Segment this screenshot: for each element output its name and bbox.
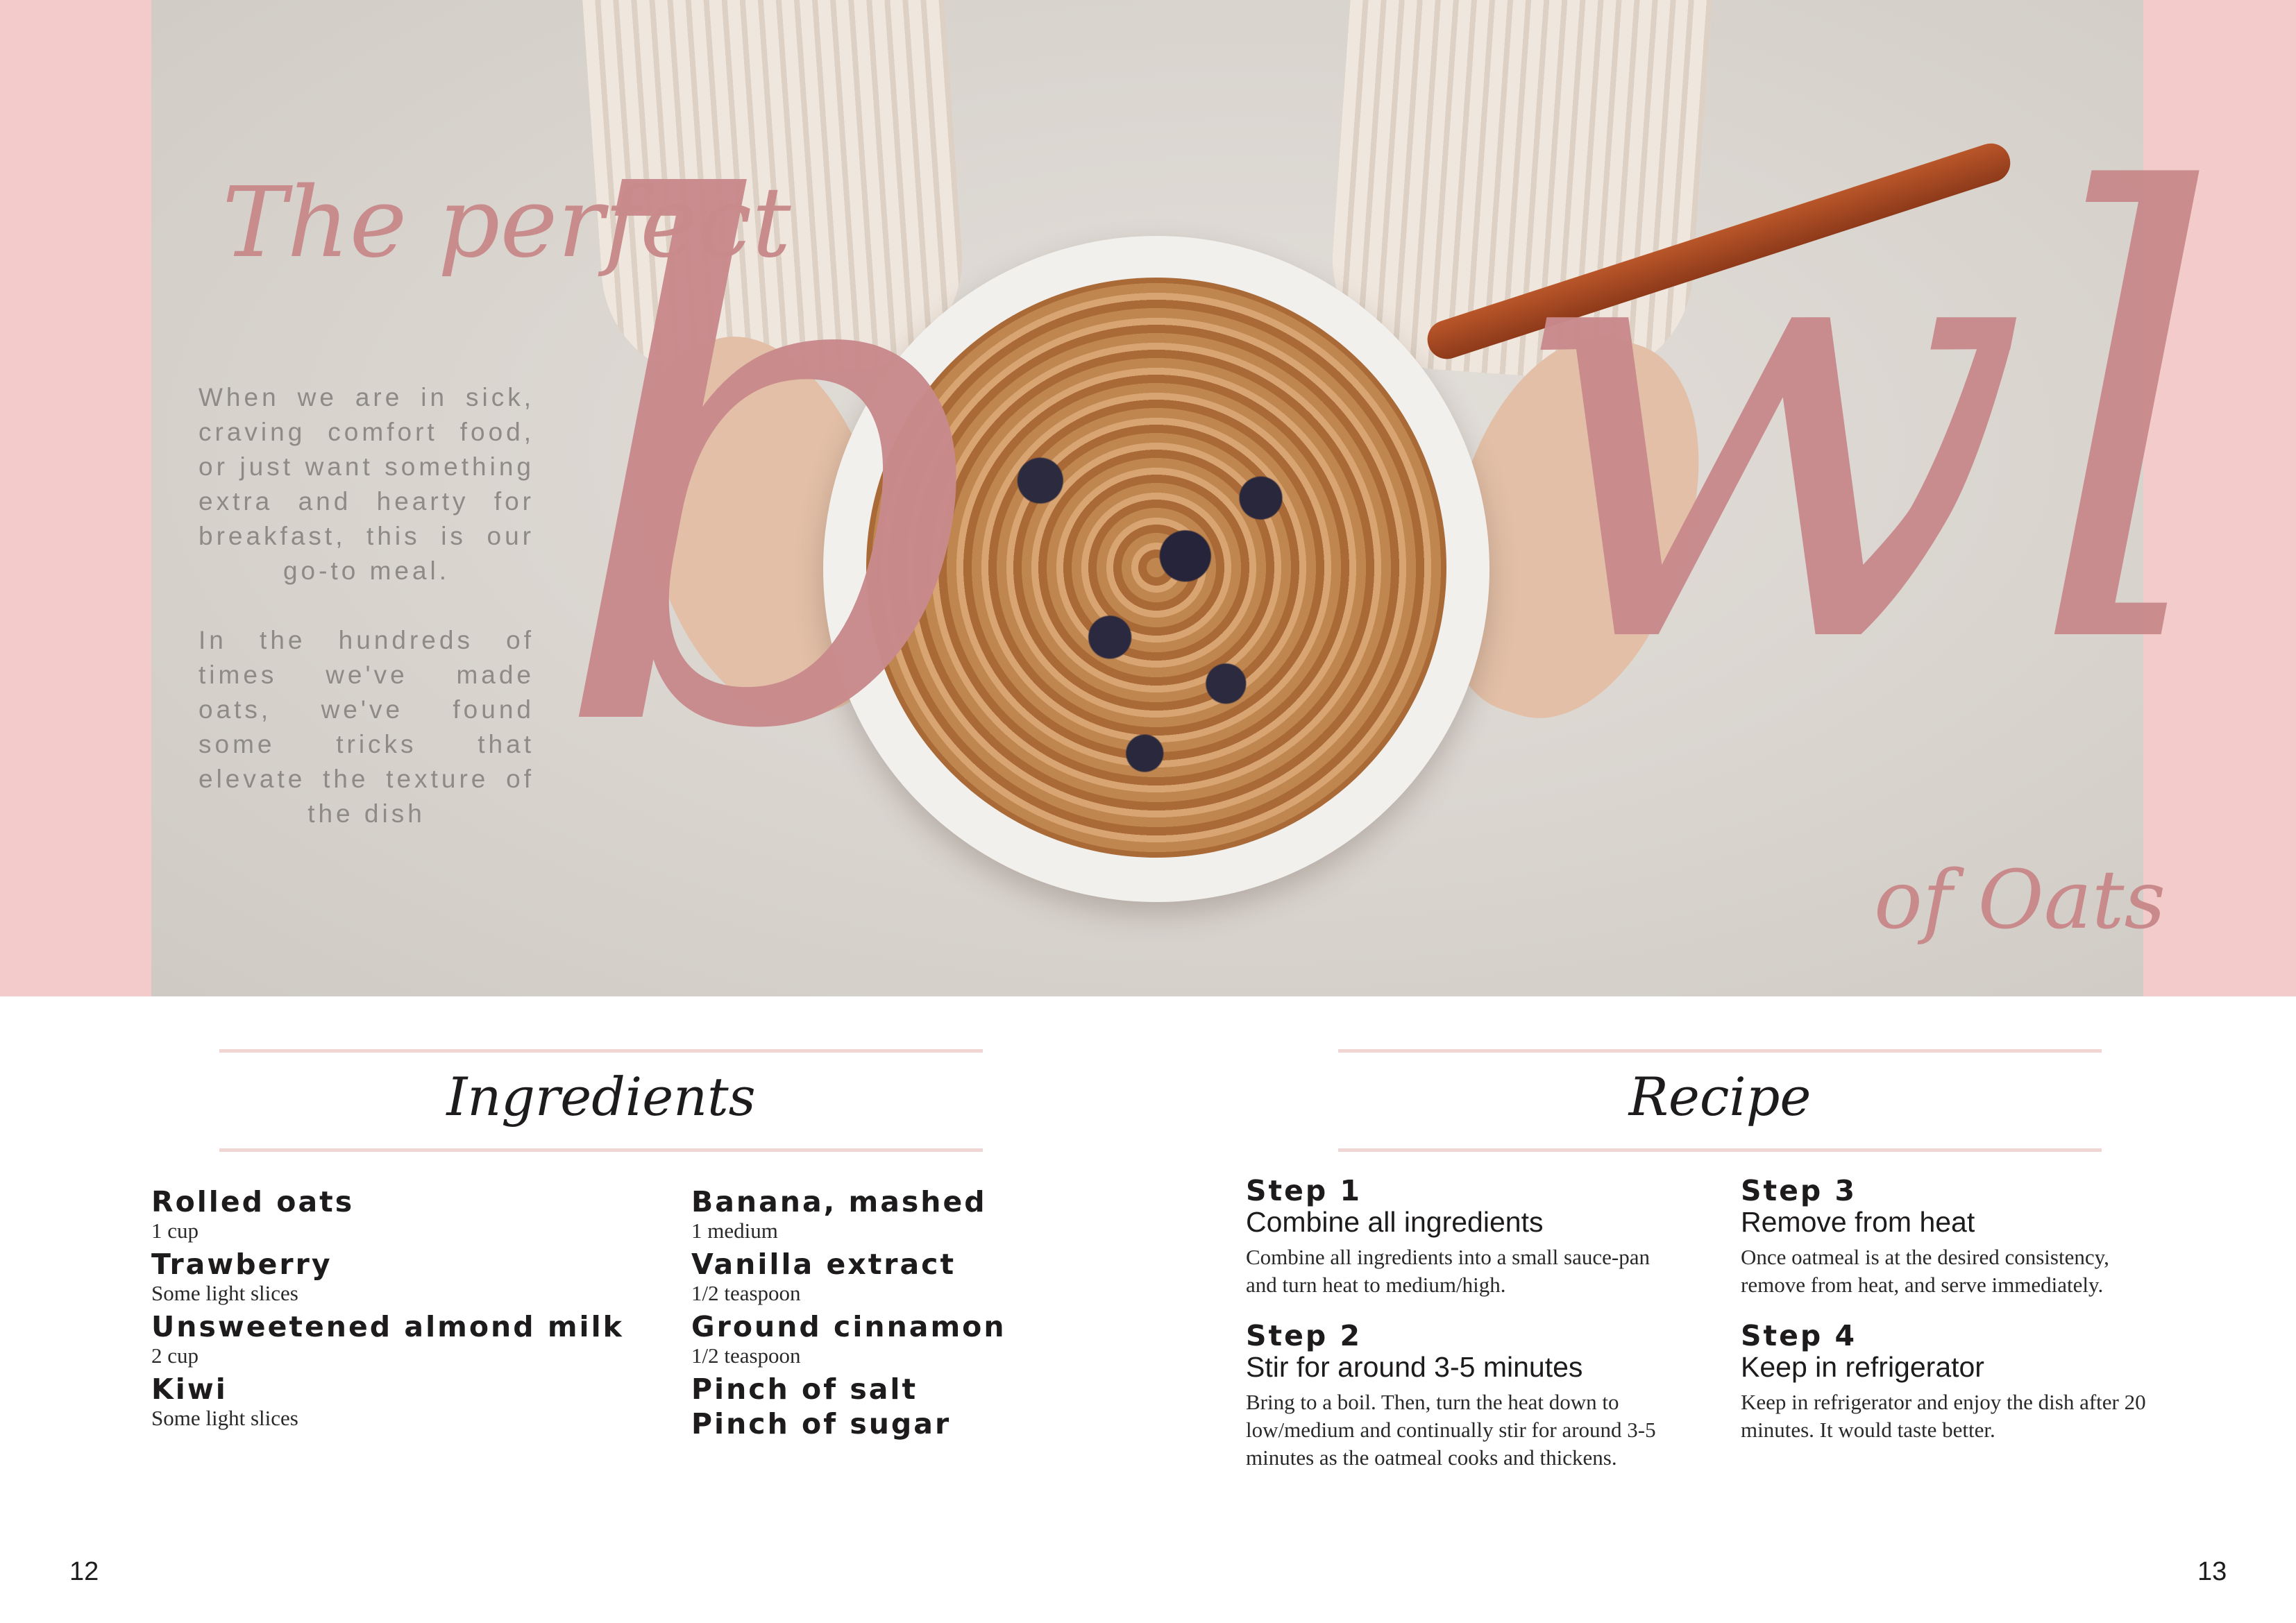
intro-paragraph: When we are in sick, craving comfort foo… xyxy=(199,383,534,585)
recipe-step: Step 2 Stir for around 3-5 minutes Bring… xyxy=(1246,1320,1662,1472)
ingredient-item: Kiwi Some light slices xyxy=(151,1373,298,1431)
ingredient-amount: 1 cup xyxy=(151,1218,199,1243)
step-number: Step 1 xyxy=(1246,1174,1362,1207)
ingredient-name: Pinch of salt xyxy=(691,1373,918,1406)
step-number: Step 3 xyxy=(1741,1174,1857,1207)
step-body: Once oatmeal is at the desired consisten… xyxy=(1741,1245,2109,1297)
ingredient-name: Ground cinnamon xyxy=(691,1310,1006,1343)
pink-margin-left xyxy=(0,0,151,996)
step-body: Combine all ingredients into a small sau… xyxy=(1246,1245,1650,1297)
recipe-step: Step 1 Combine all ingredients Combine a… xyxy=(1246,1175,1662,1299)
ingredient-name: Trawberry xyxy=(151,1248,332,1281)
intro-paragraph: In the hundreds of times we've made oats… xyxy=(199,626,534,828)
hero-title-big-b: b xyxy=(548,60,1002,884)
recipe-step: Step 4 Keep in refrigerator Keep in refr… xyxy=(1741,1320,2157,1444)
ingredients-heading-text: Ingredients xyxy=(446,1066,756,1128)
ingredient-name: Pinch of sugar xyxy=(691,1407,952,1441)
step-title: Combine all ingredients xyxy=(1246,1206,1544,1238)
page-number-right: 13 xyxy=(2197,1557,2227,1586)
ingredients-heading: Ingredients xyxy=(219,1049,983,1152)
ingredient-item: Vanilla extract 1/2 teaspoon xyxy=(691,1248,956,1306)
ingredient-amount: Some light slices xyxy=(151,1406,298,1430)
ingredient-amount: 1 medium xyxy=(691,1218,778,1243)
ingredient-item: Pinch of salt xyxy=(691,1373,918,1406)
hero-title-bottom: of Oats xyxy=(1874,853,2166,947)
ingredient-item: Rolled oats 1 cup xyxy=(151,1185,354,1243)
ingredient-amount: Some light slices xyxy=(151,1281,298,1305)
step-body: Bring to a boil. Then, turn the heat dow… xyxy=(1246,1390,1656,1470)
page-number-left: 12 xyxy=(69,1557,99,1586)
ingredient-name: Rolled oats xyxy=(151,1185,355,1218)
ingredient-item: Pinch of sugar xyxy=(691,1407,951,1441)
step-body: Keep in refrigerator and enjoy the dish … xyxy=(1741,1390,2146,1442)
magazine-spread: The perfect b wl of Oats When we are in … xyxy=(0,0,2296,1623)
recipe-step: Step 3 Remove from heat Once oatmeal is … xyxy=(1741,1175,2157,1299)
step-number: Step 2 xyxy=(1246,1319,1362,1352)
ingredient-name: Vanilla extract xyxy=(691,1248,956,1281)
step-number: Step 4 xyxy=(1741,1319,1857,1352)
ingredient-item: Trawberry Some light slices xyxy=(151,1248,332,1306)
recipe-heading: Recipe xyxy=(1338,1049,2102,1152)
ingredient-name: Kiwi xyxy=(151,1373,228,1406)
ingredient-item: Banana, mashed 1 medium xyxy=(691,1185,987,1243)
ingredient-amount: 1/2 teaspoon xyxy=(691,1343,801,1368)
step-title: Remove from heat xyxy=(1741,1206,1975,1238)
ingredient-name: Banana, mashed xyxy=(691,1185,987,1218)
ingredient-item: Ground cinnamon 1/2 teaspoon xyxy=(691,1310,1006,1368)
ingredient-amount: 2 cup xyxy=(151,1343,199,1368)
ingredient-name: Unsweetened almond milk xyxy=(151,1310,624,1343)
hero-title-big-wl: wl xyxy=(1506,67,2225,779)
step-title: Stir for around 3-5 minutes xyxy=(1246,1351,1583,1383)
recipe-heading-text: Recipe xyxy=(1628,1066,1812,1128)
step-title: Keep in refrigerator xyxy=(1741,1351,1984,1383)
ingredient-amount: 1/2 teaspoon xyxy=(691,1281,801,1305)
ingredient-item: Unsweetened almond milk 2 cup xyxy=(151,1310,624,1368)
